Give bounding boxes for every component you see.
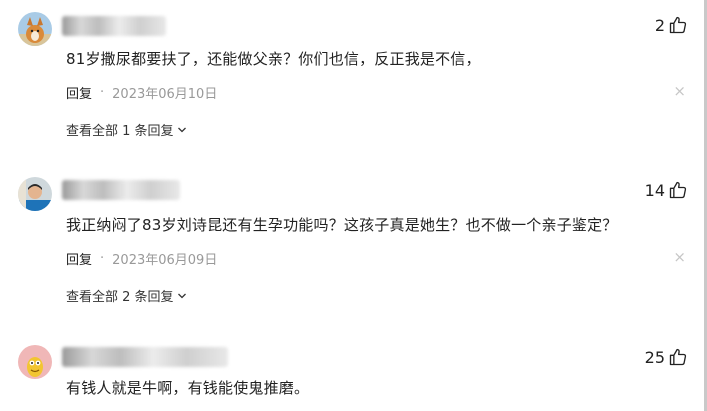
view-replies-button[interactable]: 查看全部 2 条回复 xyxy=(66,286,187,305)
close-icon[interactable]: × xyxy=(673,82,686,100)
view-replies-label: 查看全部 1 条回复 xyxy=(66,124,174,139)
thumbs-up-icon xyxy=(669,16,687,34)
separator-dot: · xyxy=(100,85,105,100)
close-icon[interactable]: × xyxy=(673,248,686,266)
comment-text: 有钱人就是牛啊，有钱能使鬼推磨。 xyxy=(66,379,310,397)
chevron-down-icon xyxy=(177,127,186,132)
like-count: 14 xyxy=(644,180,665,200)
thumbs-up-icon xyxy=(669,181,687,199)
comment-item-2: 14 我正纳闷了83岁刘诗昆还有生孕功能吗？这孩子真是她生？也不做一个亲子鉴定？… xyxy=(0,165,704,325)
username-redacted xyxy=(62,347,228,367)
separator-dot: · xyxy=(100,251,105,266)
chevron-down-icon xyxy=(177,293,186,298)
avatar[interactable] xyxy=(18,12,52,46)
username-redacted xyxy=(62,16,166,36)
like-button[interactable]: 25 xyxy=(645,347,688,367)
like-count: 2 xyxy=(654,15,665,35)
username-redacted xyxy=(62,180,180,200)
comment-meta: 回复 · 2023年06月09日 xyxy=(66,249,217,268)
corgi-avatar-icon xyxy=(18,12,52,46)
cartoon-avatar-icon xyxy=(18,345,52,379)
avatar[interactable] xyxy=(18,345,52,379)
thumbs-up-icon xyxy=(669,348,687,366)
comment-meta: 回复 · 2023年06月10日 xyxy=(66,83,217,102)
like-count: 25 xyxy=(644,347,665,367)
avatar[interactable] xyxy=(18,177,52,211)
like-button[interactable]: 14 xyxy=(645,180,688,200)
comment-date: 2023年06月10日 xyxy=(112,87,218,102)
comment-date: 2023年06月09日 xyxy=(112,253,218,268)
like-button[interactable]: 2 xyxy=(655,15,688,35)
man-avatar-icon xyxy=(18,177,52,211)
comment-text: 81岁撒尿都要扶了，还能做父亲？你们也信，反正我是不信， xyxy=(66,50,481,68)
comment-item-1: 2 81岁撒尿都要扶了，还能做父亲？你们也信，反正我是不信， 回复 · 2023… xyxy=(0,0,704,160)
view-replies-label: 查看全部 2 条回复 xyxy=(66,290,174,305)
reply-button[interactable]: 回复 xyxy=(66,83,92,102)
reply-button[interactable]: 回复 xyxy=(66,249,92,268)
comment-item-3: 25 有钱人就是牛啊，有钱能使鬼推磨。 xyxy=(0,335,704,411)
comment-text: 我正纳闷了83岁刘诗昆还有生孕功能吗？这孩子真是她生？也不做一个亲子鉴定？ xyxy=(66,216,618,234)
view-replies-button[interactable]: 查看全部 1 条回复 xyxy=(66,120,187,139)
